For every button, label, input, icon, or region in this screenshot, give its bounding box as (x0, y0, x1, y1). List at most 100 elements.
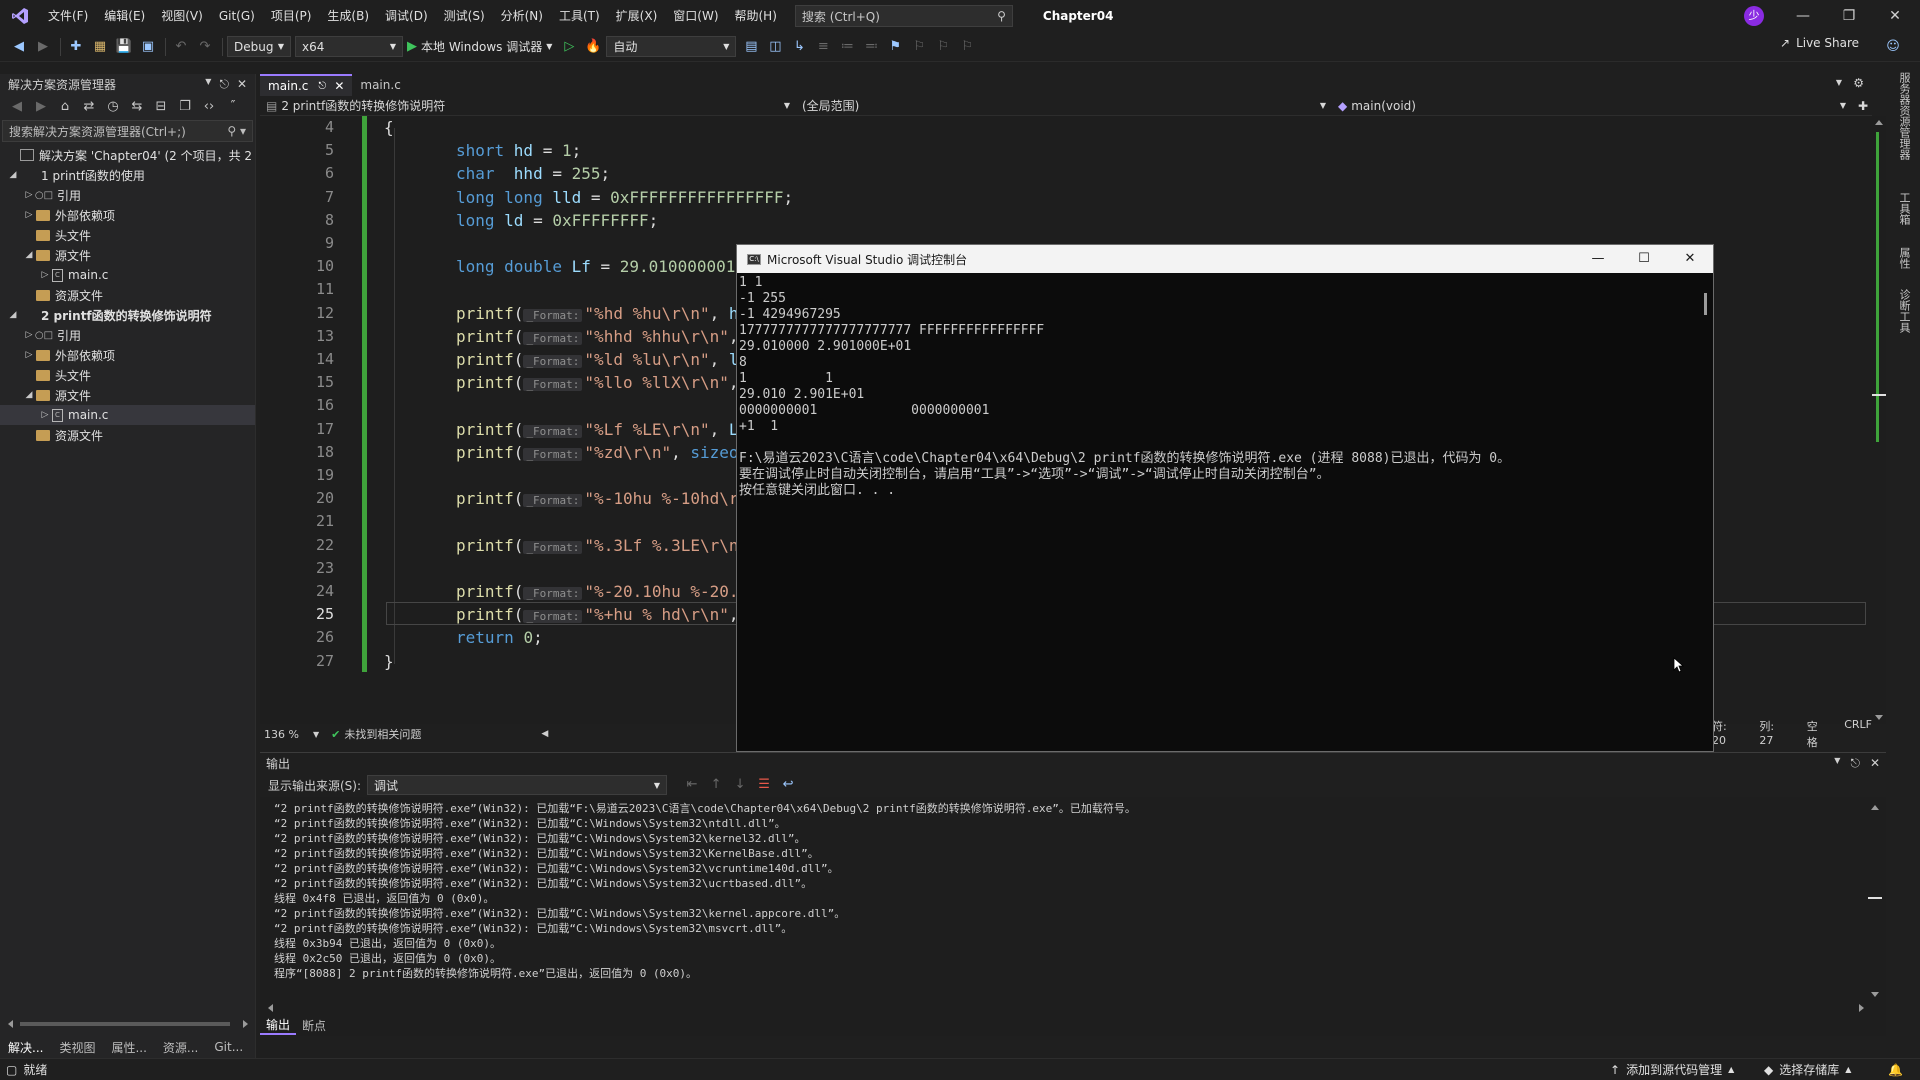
chevron-down-icon[interactable]: ▼ (205, 77, 211, 92)
collapsed-arrow-icon[interactable]: ▷ (22, 190, 36, 200)
side-tab[interactable]: 服务器资源管理器 (1896, 72, 1912, 160)
tree-item[interactable]: ▷ 外部依赖项 (0, 345, 255, 365)
menu-item[interactable]: 项目(P) (263, 0, 320, 32)
menu-item[interactable]: 编辑(E) (96, 0, 153, 32)
line-ending[interactable]: CRLF (1844, 718, 1872, 750)
menu-item[interactable]: 生成(B) (319, 0, 377, 32)
platform-select[interactable]: x64 ▼ (295, 36, 403, 57)
add-to-source-control-button[interactable]: ↑ 添加到源代码管理 ▲ (1610, 1061, 1734, 1078)
close-icon[interactable]: ✕ (237, 77, 247, 92)
next-message-icon[interactable]: ↓ (729, 774, 751, 796)
scroll-left-icon[interactable]: ◀ (541, 729, 548, 739)
feedback-icon[interactable]: ☺ (1882, 36, 1904, 58)
solution-explorer-bottom-tab[interactable]: 解决... (0, 1039, 51, 1056)
pending-changes-icon[interactable]: ◷ (102, 96, 124, 118)
tree-item[interactable]: ◢ 源文件 (0, 245, 255, 265)
tab-main-c[interactable]: main.c (352, 74, 408, 96)
project-dropdown[interactable]: ▤ 2 printf函数的转换修饰说明符 ▼ (260, 97, 796, 115)
hot-reload-icon[interactable]: 🔥 (582, 36, 604, 58)
word-wrap-icon[interactable]: ↩ (777, 774, 799, 796)
collapse-all-icon[interactable]: ⊟ (150, 96, 172, 118)
live-share-button[interactable]: ↗ Live Share (1780, 36, 1859, 50)
show-all-files-icon[interactable]: ❐ (174, 96, 196, 118)
side-tab[interactable]: 属性 (1896, 247, 1912, 269)
output-log[interactable]: “2 printf函数的转换修饰说明符.exe”(Win32): 已加载“F:\… (274, 801, 1854, 1001)
uncomment-icon[interactable]: ≕ (860, 36, 882, 58)
switch-views-icon[interactable]: ⇄ (78, 96, 100, 118)
back-icon[interactable]: ◀ (8, 36, 30, 58)
start-debugging-button[interactable]: ▶ 本地 Windows 调试器 ▼ (407, 38, 552, 55)
step-icon[interactable]: ↳ (788, 36, 810, 58)
tab-breakpoints[interactable]: 断点 (296, 1017, 332, 1034)
tab-output[interactable]: 输出 (260, 1016, 297, 1035)
back-icon[interactable]: ◀ (6, 96, 28, 118)
tree-item[interactable]: ▷ ○□ 引用 (0, 185, 255, 205)
close-icon[interactable]: ✕ (1870, 756, 1880, 771)
menu-item[interactable]: 扩展(X) (608, 0, 666, 32)
menu-item[interactable]: 分析(N) (493, 0, 551, 32)
menu-item[interactable]: 测试(S) (436, 0, 493, 32)
menu-item[interactable]: 调试(D) (377, 0, 436, 32)
select-repository-button[interactable]: ◆ 选择存储库 ▲ (1764, 1061, 1851, 1078)
account-avatar[interactable]: 少 (1744, 6, 1764, 26)
chevron-down-icon[interactable]: ▼ (313, 730, 319, 739)
undo-icon[interactable]: ↶ (170, 36, 192, 58)
split-icon[interactable]: ✚ (1858, 99, 1868, 113)
expanded-arrow-icon[interactable]: ◢ (6, 170, 20, 180)
menu-item[interactable]: 窗口(W) (665, 0, 726, 32)
menu-item[interactable]: Git(G) (211, 0, 263, 32)
prev-bookmark-icon[interactable]: ⚐ (908, 36, 930, 58)
issues-status[interactable]: 未找到相关问题 (344, 726, 421, 742)
tree-item[interactable]: 资源文件 (0, 285, 255, 305)
open-folder-icon[interactable]: ▦ (89, 36, 111, 58)
new-project-icon[interactable]: ✚ (65, 36, 87, 58)
tree-item[interactable]: ◢ 2 printf函数的转换修饰说明符 (0, 305, 255, 325)
redo-icon[interactable]: ↷ (194, 36, 216, 58)
tree-item[interactable]: 头文件 (0, 225, 255, 245)
solution-explorer-bottom-tab[interactable]: 属性... (103, 1039, 154, 1056)
view-code-icon[interactable]: ‹› (198, 96, 220, 118)
scope-dropdown[interactable]: (全局范围) ▼ (796, 97, 1332, 115)
output-horizontal-scrollbar[interactable] (266, 1002, 1866, 1012)
save-all-icon[interactable]: ▣ (137, 36, 159, 58)
layout-icon[interactable]: ◫ (764, 36, 786, 58)
solution-search-input[interactable]: 搜索解决方案资源管理器(Ctrl+;) ⚲ ▾ (2, 120, 253, 142)
editor-vertical-scrollbar[interactable] (1872, 116, 1886, 724)
close-icon[interactable]: ✕ (1872, 0, 1918, 32)
tree-item[interactable]: ▷ 外部依赖项 (0, 205, 255, 225)
minimize-icon[interactable]: — (1780, 0, 1826, 32)
console-scrollbar[interactable] (1704, 293, 1707, 315)
tree-item[interactable]: 解决方案 'Chapter04' (2 个项目，共 2 (0, 145, 255, 165)
tree-item[interactable]: ▷ Cmain.c (0, 265, 255, 285)
side-tab[interactable]: 工具箱 (1896, 192, 1912, 225)
home-icon[interactable]: ⌂ (54, 96, 76, 118)
side-tab[interactable]: 诊断工具 (1896, 289, 1912, 333)
solution-explorer-bottom-tab[interactable]: 类视图 (51, 1039, 103, 1056)
collapsed-arrow-icon[interactable]: ▷ (38, 410, 52, 420)
close-icon[interactable]: ✕ (334, 79, 344, 93)
clear-bookmarks-icon[interactable]: ⚐ (956, 36, 978, 58)
menu-item[interactable]: 视图(V) (153, 0, 211, 32)
tree-item[interactable]: 资源文件 (0, 425, 255, 445)
expanded-arrow-icon[interactable]: ◢ (22, 390, 36, 400)
restore-icon[interactable]: ❐ (1826, 0, 1872, 32)
tab-main-c-active[interactable]: main.c ⎋ ✕ (260, 74, 353, 96)
minimize-icon[interactable]: — (1575, 245, 1621, 273)
next-bookmark-icon[interactable]: ⚐ (932, 36, 954, 58)
solution-explorer-bottom-tab[interactable]: Git... (206, 1040, 251, 1054)
comment-icon[interactable]: ≔ (836, 36, 858, 58)
expanded-arrow-icon[interactable]: ◢ (22, 250, 36, 260)
debug-console-window[interactable]: C:\ Microsoft Visual Studio 调试控制台 — ☐ ✕ … (736, 244, 1714, 752)
member-dropdown[interactable]: ◆ main(void) ▼ (1332, 97, 1852, 115)
pin-icon[interactable]: ⎋ (318, 81, 326, 92)
close-icon[interactable]: ✕ (1667, 245, 1713, 273)
collapsed-arrow-icon[interactable]: ▷ (38, 270, 52, 280)
tree-item[interactable]: ◢ 源文件 (0, 385, 255, 405)
find-message-icon[interactable]: ⇤ (681, 774, 703, 796)
whitespace-mode[interactable]: 空格 (1807, 718, 1828, 750)
horizontal-scrollbar[interactable] (6, 1018, 250, 1028)
start-without-debugging-icon[interactable]: ▷ (558, 36, 580, 58)
menu-item[interactable]: 文件(F) (40, 0, 96, 32)
menu-item[interactable]: 工具(T) (551, 0, 608, 32)
save-icon[interactable]: 💾 (113, 36, 135, 58)
